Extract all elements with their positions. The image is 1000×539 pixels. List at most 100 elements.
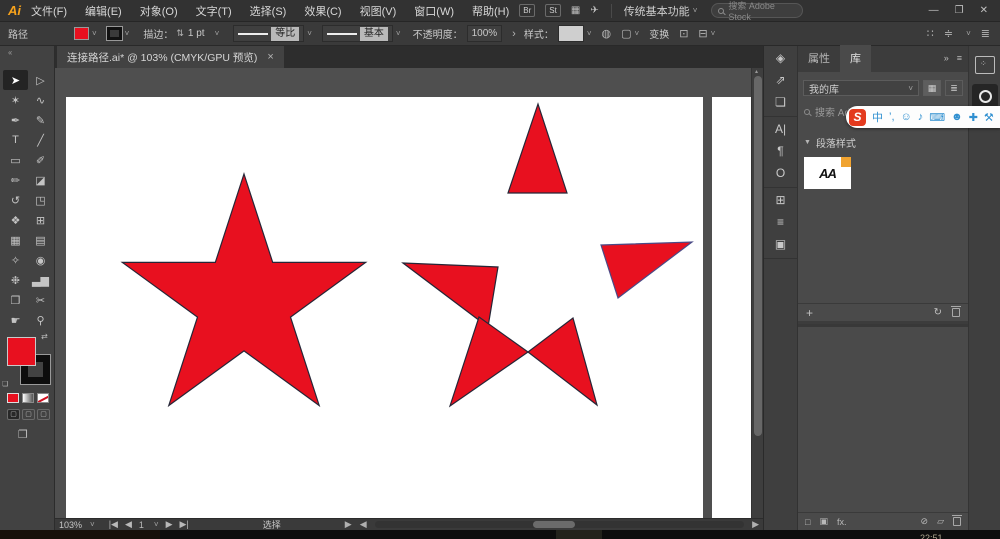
menu-item-帮助(H)[interactable]: 帮助(H) — [472, 3, 509, 19]
document-setup-icon[interactable]: ◍ — [602, 27, 612, 40]
scroll-up-icon[interactable]: ▴ — [755, 68, 758, 75]
adobe-stock-panel-icon[interactable] — [975, 56, 995, 74]
line-segment-tool-icon[interactable]: ╱ — [28, 130, 53, 150]
gradient-button[interactable] — [22, 393, 34, 403]
character-panel-icon[interactable]: A| — [770, 122, 792, 138]
fill-chevron-icon[interactable]: ˅ — [92, 29, 97, 38]
zoom-chevron-icon[interactable]: ˅ — [90, 520, 95, 529]
scale-tool-icon[interactable]: ◳ — [28, 190, 53, 210]
grid-view-button[interactable]: ▦ — [923, 80, 941, 96]
magic-wand-tool-icon[interactable]: ✶ — [3, 90, 28, 110]
status-rew-icon[interactable]: ◀ — [360, 519, 367, 530]
vertical-scroll-thumb[interactable] — [754, 76, 762, 436]
eyedropper-tool-icon[interactable]: ✧ — [3, 250, 28, 270]
menu-item-文件(F)[interactable]: 文件(F) — [31, 3, 67, 19]
menu-item-视图(V)[interactable]: 视图(V) — [360, 3, 397, 19]
vertical-scrollbar[interactable]: ▴ — [751, 68, 763, 518]
last-artboard-icon[interactable]: ▶| — [180, 519, 189, 530]
stroke-chevron-icon[interactable]: ˅ — [125, 29, 130, 38]
pathfinder-panel-icon[interactable]: ▣ — [770, 237, 792, 253]
horizontal-scrollbar[interactable] — [375, 521, 744, 528]
first-artboard-icon[interactable]: |◀ — [109, 519, 118, 530]
menu-item-文字(T)[interactable]: 文字(T) — [196, 3, 232, 19]
selection-tool-icon[interactable]: ➤ — [3, 70, 28, 90]
app-logo-icon[interactable]: Ai — [8, 3, 21, 18]
stock-search-input[interactable]: 搜索 Adobe Stock — [711, 3, 803, 18]
rotate-tool-icon[interactable]: ↺ — [3, 190, 28, 210]
control-panel-menu-icon[interactable]: ≣ — [981, 27, 990, 40]
stroke-weight-chevron-icon[interactable]: ˅ — [215, 29, 220, 38]
panel-expand-icon[interactable]: » — [944, 53, 949, 63]
corner-chevron-icon[interactable]: ˅ — [711, 29, 716, 38]
keyboard-icon[interactable]: ⌨ — [929, 111, 945, 124]
profile-chevron-icon[interactable]: ˅ — [307, 29, 312, 38]
arrange-documents-icon[interactable]: ▦ — [571, 5, 580, 16]
align-panel-icon[interactable]: ≡ — [770, 215, 792, 231]
distribute-options-icon[interactable]: ≑ — [944, 27, 953, 40]
delete-icon[interactable] — [953, 517, 961, 526]
default-fill-stroke-icon[interactable]: ❏ — [2, 380, 8, 388]
stroke-weight-value[interactable]: 1 pt — [188, 28, 205, 39]
layers-panel-icon[interactable]: ◈ — [770, 51, 792, 67]
tab-properties[interactable]: 属性 — [798, 45, 840, 72]
brush-dropdown[interactable]: 基本 — [322, 25, 393, 42]
sogou-logo-icon[interactable]: S — [849, 109, 866, 126]
delete-library-item-icon[interactable] — [952, 308, 960, 317]
lasso-tool-icon[interactable]: ∿ — [28, 90, 53, 110]
style-swatch[interactable] — [558, 25, 584, 42]
curvature-tool-icon[interactable]: ✎ — [28, 110, 53, 130]
creative-cloud-icon[interactable] — [972, 84, 998, 108]
horizontal-scroll-thumb[interactable] — [533, 521, 575, 528]
menu-item-选择(S)[interactable]: 选择(S) — [250, 3, 287, 19]
canvas[interactable] — [55, 68, 751, 518]
close-button[interactable]: ✕ — [980, 5, 988, 16]
corner-widget-icon[interactable]: ⊟ — [698, 27, 707, 40]
menu-item-对象(O)[interactable]: 对象(O) — [140, 3, 178, 19]
next-artboard-icon[interactable]: ▶ — [166, 519, 173, 530]
zoom-level[interactable]: 103% — [59, 520, 82, 530]
paragraph-panel-icon[interactable]: ¶ — [770, 144, 792, 160]
opentype-panel-icon[interactable]: O — [770, 166, 792, 182]
toolbox-icon[interactable]: ⚒ — [984, 111, 994, 124]
style-chevron-icon[interactable]: ˅ — [587, 29, 592, 38]
mesh-tool-icon[interactable]: ▦ — [3, 230, 28, 250]
width-profile-dropdown[interactable]: 等比 — [233, 25, 304, 42]
brush-chevron-icon[interactable]: ˅ — [396, 29, 401, 38]
section-disclosure-icon[interactable]: ▼ — [804, 139, 811, 146]
scroll-right-icon[interactable]: ▶ — [752, 519, 763, 530]
select-similar-icon[interactable]: ▢ — [621, 27, 631, 40]
tab-libraries[interactable]: 库 — [840, 45, 871, 72]
chinese-mode-icon[interactable]: 中 — [872, 109, 883, 125]
punctuation-icon[interactable]: ’, — [889, 111, 895, 123]
artboards-panel-icon[interactable]: ❏ — [770, 95, 792, 111]
library-select[interactable]: 我的库 ˅ — [803, 80, 919, 96]
tools-collapse-icon[interactable]: ‹‹ — [0, 46, 54, 60]
account-icon[interactable]: ☻ — [951, 111, 963, 123]
direct-selection-tool-icon[interactable]: ▷ — [28, 70, 53, 90]
screen-mode-button[interactable]: ❐ — [18, 428, 28, 441]
blend-tool-icon[interactable]: ◉ — [28, 250, 53, 270]
menu-item-效果(C)[interactable]: 效果(C) — [304, 3, 341, 19]
workspace-chevron-icon[interactable]: ˅ — [693, 6, 698, 15]
menu-item-窗口(W)[interactable]: 窗口(W) — [414, 3, 454, 19]
color-button[interactable] — [7, 393, 19, 403]
opacity-field[interactable]: 100% — [467, 25, 503, 42]
minimize-button[interactable]: — — [929, 5, 939, 16]
artboard-tool-icon[interactable]: ❐ — [3, 290, 28, 310]
paragraph-style-item[interactable]: AA — [804, 157, 851, 189]
bridge-button[interactable]: Br — [519, 4, 535, 17]
paintbrush-tool-icon[interactable]: ✐ — [28, 150, 53, 170]
stroke-stepper[interactable]: ⇅ — [176, 28, 184, 39]
select-similar-chevron-icon[interactable]: ˅ — [635, 29, 640, 38]
isolate-icon[interactable]: ⊡ — [679, 27, 688, 40]
transform-panel-icon[interactable]: ⊞ — [770, 193, 792, 209]
status-play-icon[interactable]: ▶ — [345, 519, 352, 530]
transform-label[interactable]: 变换 — [649, 26, 669, 41]
taskbar-tray-item[interactable] — [556, 530, 602, 539]
panel-menu-icon[interactable]: ≡ — [957, 53, 962, 63]
rectangle-tool-icon[interactable]: ▭ — [3, 150, 28, 170]
share-icon[interactable]: ✈ — [590, 5, 598, 16]
shape-builder-tool-icon[interactable]: ❖ — [3, 210, 28, 230]
symbol-sprayer-tool-icon[interactable]: ❉ — [3, 270, 28, 290]
opacity-more-icon[interactable]: › — [512, 28, 516, 40]
